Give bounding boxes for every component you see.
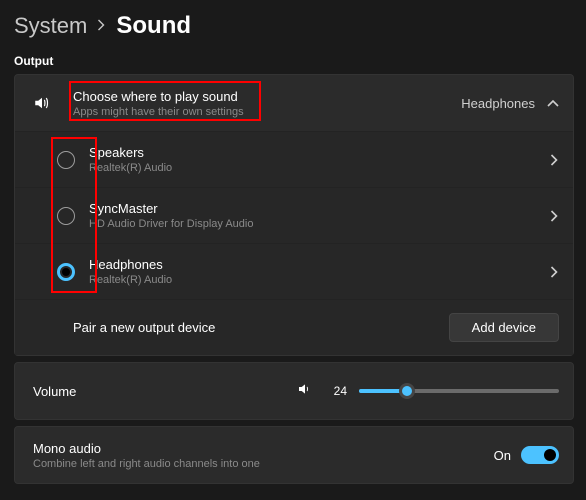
chevron-right-icon [550,210,559,222]
pair-label: Pair a new output device [73,320,215,335]
chevron-right-icon [97,18,106,35]
add-device-button[interactable]: Add device [449,313,559,342]
device-row-speakers[interactable]: Speakers Realtek(R) Audio [15,131,573,187]
device-name: Headphones [89,257,550,272]
device-name: Speakers [89,145,550,160]
output-title: Choose where to play sound [73,89,461,104]
volume-panel: Volume 24 [14,362,574,420]
mono-panel: Mono audio Combine left and right audio … [14,426,574,484]
volume-value: 24 [325,384,347,398]
mono-subtitle: Combine left and right audio channels in… [33,458,494,470]
radio-headphones[interactable] [57,263,75,281]
toggle-knob [544,449,556,461]
page-title: Sound [116,12,191,40]
radio-syncmaster[interactable] [57,207,75,225]
current-output-device: Headphones [461,96,535,111]
device-row-syncmaster[interactable]: SyncMaster HD Audio Driver for Display A… [15,187,573,243]
device-driver: Realtek(R) Audio [89,162,550,174]
mono-state-label: On [494,448,511,463]
chevron-up-icon [547,98,559,108]
radio-speakers[interactable] [57,151,75,169]
output-header-row[interactable]: Choose where to play sound Apps might ha… [15,75,573,131]
speaker-icon [29,94,55,112]
breadcrumb-system[interactable]: System [14,13,87,39]
device-driver: Realtek(R) Audio [89,274,550,286]
pair-row: Pair a new output device Add device [15,299,573,355]
output-panel: Choose where to play sound Apps might ha… [14,74,574,356]
speaker-small-icon[interactable] [297,381,313,402]
section-output-label: Output [14,54,574,68]
breadcrumb: System Sound [14,12,574,40]
device-driver: HD Audio Driver for Display Audio [89,218,550,230]
volume-row: Volume 24 [15,363,573,419]
mono-title: Mono audio [33,441,494,456]
chevron-right-icon [550,154,559,166]
chevron-right-icon [550,266,559,278]
volume-slider[interactable] [359,382,559,400]
mono-row[interactable]: Mono audio Combine left and right audio … [15,427,573,483]
device-name: SyncMaster [89,201,550,216]
mono-toggle[interactable] [521,446,559,464]
volume-label: Volume [33,384,76,399]
device-row-headphones[interactable]: Headphones Realtek(R) Audio [15,243,573,299]
volume-slider-thumb[interactable] [399,383,415,399]
output-subtitle: Apps might have their own settings [73,106,461,118]
